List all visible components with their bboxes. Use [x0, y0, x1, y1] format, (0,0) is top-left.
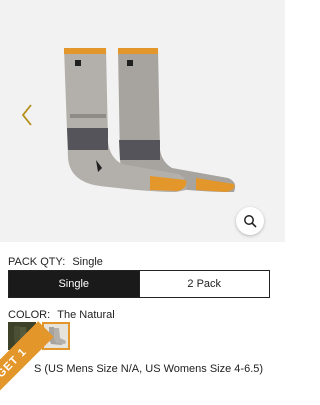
pack-qty-selected: Single — [72, 256, 103, 268]
size-option-text[interactable]: S (US Mens Size N/A, US Womens Size 4-6.… — [34, 363, 263, 375]
pack-option-single[interactable]: Single — [9, 271, 139, 297]
magnifier-icon — [244, 215, 257, 228]
color-label: COLOR: The Natural — [8, 309, 115, 321]
pack-qty-label: PACK QTY: Single — [8, 256, 103, 268]
product-gallery — [0, 0, 285, 242]
product-image — [64, 48, 236, 192]
pack-option-2-pack[interactable]: 2 Pack — [138, 271, 270, 297]
chevron-left-icon — [21, 104, 32, 126]
pack-qty-selector: Single 2 Pack — [8, 270, 270, 298]
pack-qty-title: PACK QTY: — [8, 256, 66, 268]
color-selected: The Natural — [57, 309, 115, 321]
zoom-button[interactable] — [236, 207, 264, 235]
color-title: COLOR: — [8, 309, 51, 321]
prev-image-button[interactable] — [18, 102, 36, 128]
